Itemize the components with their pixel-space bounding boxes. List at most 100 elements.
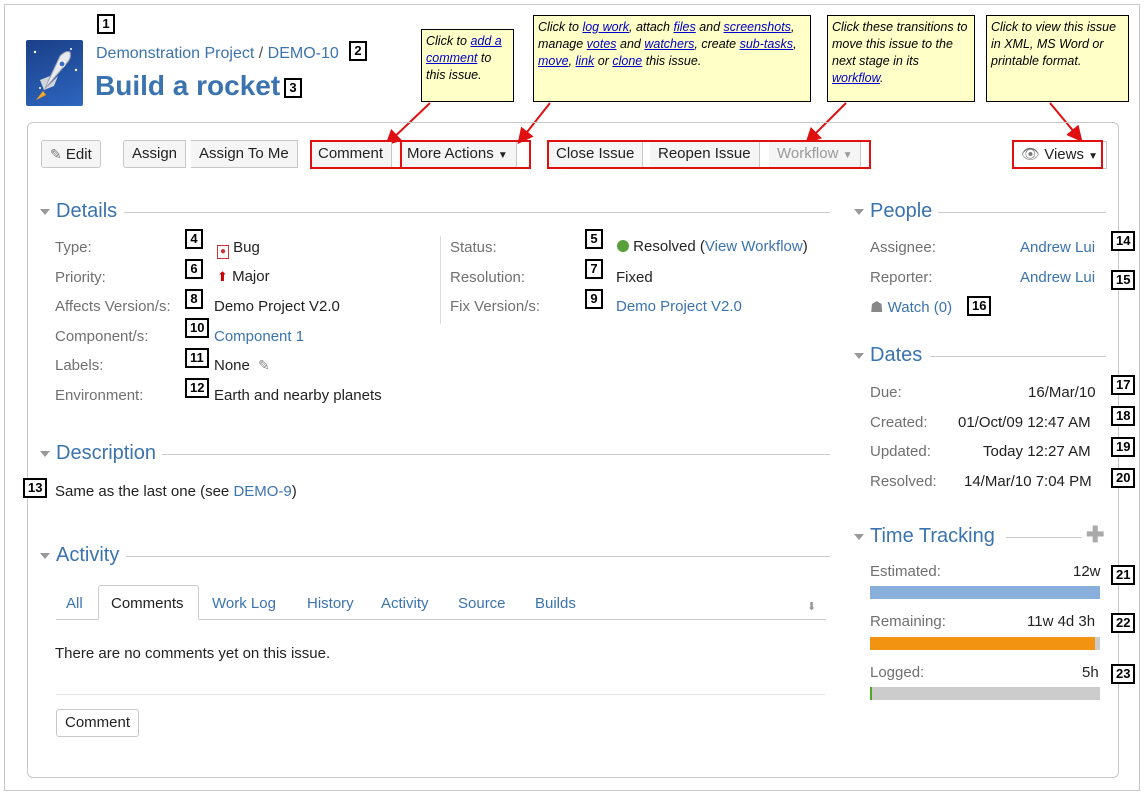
status-value: Resolved (View Workflow)	[617, 238, 808, 255]
annotation-14: 14	[1111, 231, 1136, 251]
people-divider	[938, 212, 1106, 213]
watch-link[interactable]: ☗ Watch (0)	[870, 298, 952, 316]
reporter-label: Reporter:	[870, 269, 933, 286]
demo-9-link[interactable]: DEMO-9	[233, 483, 291, 500]
activity-divider	[126, 556, 830, 557]
issue-panel	[27, 122, 1119, 778]
annotation-20: 20	[1111, 468, 1136, 488]
dates-divider	[930, 356, 1106, 357]
annotation-21: 21	[1111, 565, 1136, 585]
tab-history[interactable]: History	[307, 595, 354, 612]
annotation-11: 11	[185, 348, 209, 368]
estimated-bar-fill	[870, 586, 1100, 599]
collapse-icon[interactable]	[40, 451, 50, 457]
updated-value: Today 12:27 AM	[983, 443, 1091, 460]
assign-to-me-button[interactable]: Assign To Me	[191, 140, 298, 168]
remaining-value: 11w 4d 3h	[1027, 613, 1096, 630]
tab-comments[interactable]: Comments	[111, 595, 184, 612]
annotation-4: 4	[185, 229, 203, 249]
remaining-bar-track	[870, 637, 1100, 650]
highlight-comment-actions	[310, 140, 531, 169]
pencil-icon[interactable]: ✎	[258, 357, 270, 373]
priority-label: Priority:	[55, 269, 106, 286]
view-workflow-link[interactable]: View Workflow	[705, 238, 803, 255]
resolved-value: 14/Mar/10 7:04 PM	[964, 473, 1092, 490]
sort-icon[interactable]: ⬇	[807, 600, 816, 613]
tab-activity[interactable]: Activity	[381, 595, 429, 612]
logged-label: Logged:	[870, 664, 925, 681]
edit-button[interactable]: ✎ Edit	[41, 140, 101, 168]
annotation-22: 22	[1111, 613, 1136, 633]
assignee-link[interactable]: Andrew Lui	[1020, 239, 1095, 256]
affects-version-label: Affects Version/s:	[55, 298, 171, 315]
annotation-12: 12	[185, 378, 210, 398]
collapse-icon[interactable]	[40, 209, 50, 215]
updated-label: Updated:	[870, 443, 931, 460]
due-value: 16/Mar/10	[1028, 384, 1096, 401]
annotation-10: 10	[185, 318, 210, 338]
tab-source[interactable]: Source	[458, 595, 506, 612]
logged-value: 5h	[1082, 664, 1099, 681]
tab-all[interactable]: All	[66, 595, 83, 612]
activity-heading[interactable]: Activity	[56, 544, 119, 567]
tab-builds[interactable]: Builds	[535, 595, 576, 612]
resolved-label: Resolved:	[870, 473, 937, 490]
highlight-transitions	[547, 140, 871, 169]
fix-version-link[interactable]: Demo Project V2.0	[616, 298, 742, 315]
description-divider	[162, 454, 830, 455]
annotation-6: 6	[185, 259, 203, 279]
description-heading[interactable]: Description	[56, 442, 156, 465]
created-value: 01/Oct/09 12:47 AM	[958, 414, 1091, 431]
status-label: Status:	[450, 239, 497, 256]
logged-bar-fill	[870, 687, 873, 700]
remaining-label: Remaining:	[870, 613, 946, 630]
highlight-views	[1012, 140, 1103, 169]
reporter-link[interactable]: Andrew Lui	[1020, 269, 1095, 286]
annotation-7: 7	[585, 259, 603, 279]
logged-bar-track	[870, 687, 1100, 700]
annotation-17: 17	[1111, 375, 1136, 395]
comment-footer-button[interactable]: Comment	[56, 709, 140, 737]
estimated-value: 12w	[1073, 563, 1101, 580]
collapse-icon[interactable]	[854, 209, 864, 215]
details-column-divider	[440, 236, 441, 324]
type-label: Type:	[55, 239, 92, 256]
resolved-status-icon	[617, 240, 629, 252]
annotation-13: 13	[23, 478, 48, 498]
annotation-23: 23	[1111, 664, 1136, 684]
details-heading[interactable]: Details	[56, 200, 117, 223]
time-tracking-heading[interactable]: Time Tracking	[870, 525, 995, 548]
annotation-5: 5	[585, 229, 603, 249]
collapse-icon[interactable]	[40, 553, 50, 559]
arrow-up-icon: ⬆	[217, 269, 228, 284]
highlight-divider	[400, 140, 402, 169]
due-label: Due:	[870, 384, 902, 401]
watch-eye-icon: ☗	[870, 299, 884, 316]
component-label: Component/s:	[55, 328, 149, 345]
affects-version-value: Demo Project V2.0	[214, 298, 340, 315]
component-link[interactable]: Component 1	[214, 328, 304, 345]
environment-value: Earth and nearby planets	[214, 387, 382, 404]
assign-button[interactable]: Assign	[123, 140, 187, 168]
resolution-label: Resolution:	[450, 269, 526, 286]
activity-footer-divider	[56, 694, 826, 695]
annotation-15: 15	[1111, 270, 1136, 290]
details-divider	[124, 212, 830, 213]
dates-heading[interactable]: Dates	[870, 344, 922, 367]
environment-label: Environment:	[55, 387, 144, 404]
add-time-icon[interactable]: ✚	[1086, 524, 1104, 546]
pencil-icon: ✎	[50, 146, 62, 162]
time-tracking-divider	[1006, 537, 1082, 538]
collapse-icon[interactable]	[854, 353, 864, 359]
annotation-16: 16	[967, 296, 992, 316]
collapse-icon[interactable]	[854, 534, 864, 540]
labels-value: None ✎	[214, 357, 270, 374]
priority-value: ⬆ Major	[217, 268, 270, 285]
type-value: ● Bug	[217, 239, 260, 259]
annotation-9: 9	[585, 289, 603, 309]
resolution-value: Fixed	[616, 269, 653, 286]
fix-version-label: Fix Version/s:	[450, 298, 541, 315]
people-heading[interactable]: People	[870, 200, 932, 223]
tab-work-log[interactable]: Work Log	[212, 595, 276, 612]
annotation-8: 8	[185, 289, 203, 309]
